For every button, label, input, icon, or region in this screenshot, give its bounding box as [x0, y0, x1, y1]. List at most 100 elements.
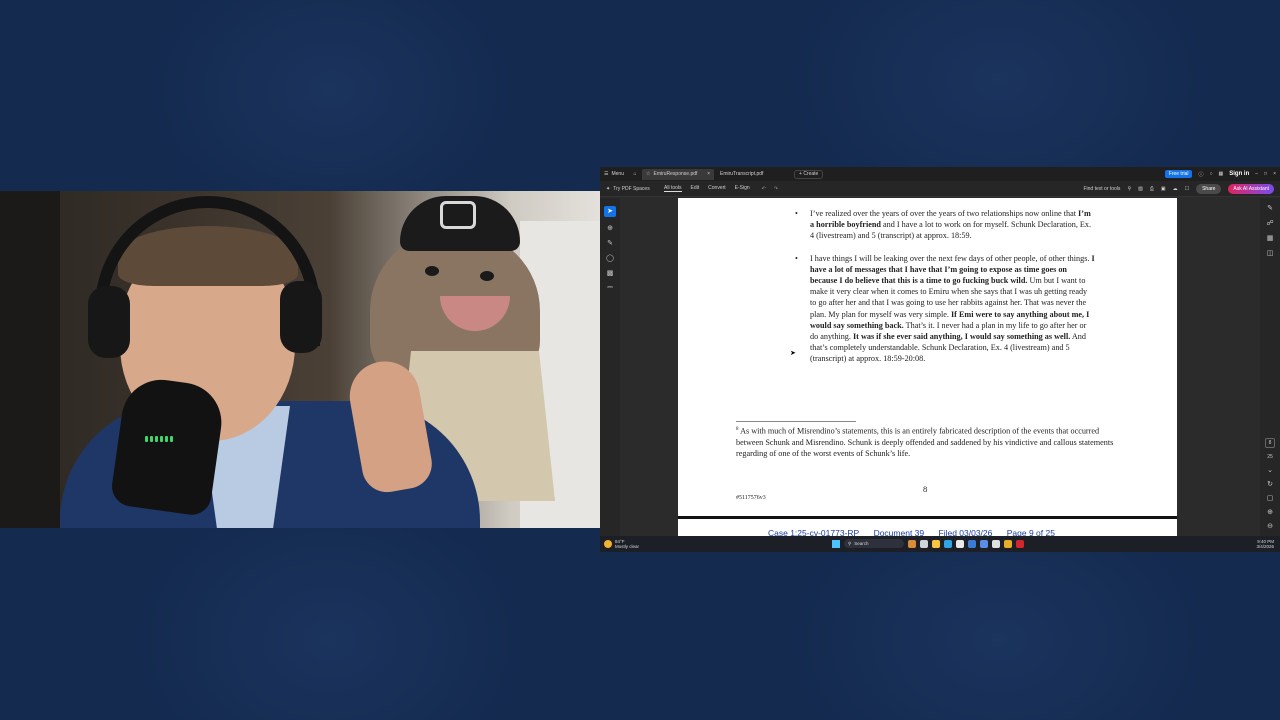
cloud-icon[interactable]: ☁: [1173, 186, 1178, 192]
create-button[interactable]: + Create: [794, 169, 824, 179]
select-icon[interactable]: ▧: [1138, 186, 1143, 192]
file-explorer-icon[interactable]: [932, 539, 940, 548]
tab-label: EmiruResponse.pdf: [653, 171, 698, 177]
headphone-cup-right: [280, 281, 322, 353]
save-icon[interactable]: ▣: [1161, 186, 1166, 192]
microphone: [109, 374, 227, 518]
bookmark-icon[interactable]: ☐: [1185, 186, 1189, 192]
find-text-input[interactable]: Find text or tools: [1083, 186, 1120, 192]
search-label: Search: [854, 541, 869, 546]
text-box-icon[interactable]: ▩: [607, 269, 614, 277]
search-icon: ⚲: [848, 540, 852, 546]
document-id: #5117576v3: [736, 495, 766, 501]
help-icon[interactable]: ⓘ: [1198, 171, 1203, 178]
right-tool-rail: ✎ ☍ ▦ ◫ 8 25 ⌄ ↻ ▢ ⊕ ⊖: [1260, 198, 1280, 536]
weather-icon: [604, 540, 612, 548]
tab-convert[interactable]: Convert: [708, 185, 726, 192]
free-trial-button[interactable]: Free trial: [1164, 170, 1193, 178]
pen-icon[interactable]: ✎: [607, 239, 613, 247]
mail-icon[interactable]: [980, 539, 988, 548]
store-icon[interactable]: [956, 539, 964, 548]
weather-widget[interactable]: 84°F Mostly clear: [604, 539, 664, 549]
main-toolbar: ✦ Try PDF Spaces All tools Edit Convert …: [600, 181, 1280, 197]
comment-icon[interactable]: ✎: [1267, 204, 1273, 212]
puppet-eye-right: [480, 271, 494, 281]
spaces-icon: ✦: [606, 185, 611, 192]
headphone-cup-left: [88, 286, 130, 358]
bold-text: It was if she ever said anything, I woul…: [852, 332, 1071, 342]
tab-e-sign[interactable]: E-Sign: [735, 185, 750, 192]
tab-emiru-transcript[interactable]: EmiruTranscript.pdf: [716, 169, 786, 180]
mic-level-leds: [145, 429, 175, 442]
pdf-page: I’ve realized over the years of over the…: [678, 198, 1177, 516]
filed-date: Filed 03/03/26: [938, 528, 993, 536]
home-icon[interactable]: ⌂: [628, 171, 642, 177]
weather-desc: Mostly clear: [615, 544, 640, 549]
edge-icon[interactable]: [944, 539, 952, 548]
task-view-icon[interactable]: [920, 539, 928, 548]
tab-emiru-response[interactable]: ☆ EmiruResponse.pdf ×: [642, 168, 714, 180]
redo-icon[interactable]: ↷: [774, 186, 778, 192]
clock-date: 3/4/2026: [1256, 544, 1274, 549]
menu-label: Menu: [611, 171, 624, 177]
text: I have things I will be leaking over the…: [810, 253, 1092, 263]
attachment-icon[interactable]: ☍: [1266, 219, 1273, 227]
thumbnails-icon[interactable]: ▦: [1267, 234, 1274, 242]
bullet-item: I have things I will be leaking over the…: [795, 253, 1095, 365]
zoom-out-icon[interactable]: ⊖: [1267, 522, 1273, 530]
chrome-icon[interactable]: [1004, 539, 1012, 548]
select-cursor-icon[interactable]: ➤: [604, 206, 616, 217]
spaces-label: Try PDF Spaces: [613, 185, 650, 192]
acrobat-icon[interactable]: [1016, 539, 1024, 548]
ai-assistant-button[interactable]: Ask AI Assistant: [1228, 183, 1274, 194]
notifications-icon[interactable]: ○: [1210, 171, 1213, 177]
current-page-field[interactable]: 8: [1265, 438, 1275, 448]
print-icon[interactable]: ⎙: [1150, 186, 1154, 192]
system-clock[interactable]: 9:40 PM 3/4/2026: [1256, 539, 1274, 549]
case-number: Case 1:25-cv-01773-RP: [768, 528, 860, 536]
share-button[interactable]: Share: [1196, 183, 1222, 194]
footnote-divider: [736, 421, 856, 422]
tab-all-tools[interactable]: All tools: [664, 185, 682, 192]
footnote: 8 As with much of Misrendino’s statement…: [736, 424, 1126, 459]
refresh-icon[interactable]: ↻: [1267, 480, 1273, 488]
star-icon[interactable]: ☆: [646, 171, 650, 177]
layers-icon[interactable]: ◫: [1267, 249, 1274, 257]
search-icon[interactable]: ⚲: [1127, 186, 1131, 192]
document-viewport[interactable]: I’ve realized over the years of over the…: [620, 198, 1260, 536]
close-window-icon[interactable]: ×: [1273, 171, 1276, 177]
menu-button[interactable]: ☰ Menu: [604, 171, 628, 177]
page-body: I’ve realized over the years of over the…: [795, 208, 1095, 376]
tab-label: EmiruTranscript.pdf: [720, 171, 764, 177]
text: I’ve realized over the years of over the…: [810, 209, 1079, 218]
left-tool-rail: ➤ ⊕ ✎ ◯ ▩ ⎓: [600, 198, 620, 536]
puppet-eye-left: [425, 266, 439, 276]
total-pages: 25: [1267, 454, 1273, 460]
widgets-icon[interactable]: [908, 539, 916, 548]
taskbar-search[interactable]: ⚲ Search: [844, 539, 904, 548]
next-page-header: Case 1:25-cv-01773-RP Document 39 Filed …: [678, 519, 1177, 536]
sign-in-button[interactable]: Sign in: [1229, 171, 1249, 177]
undo-icon[interactable]: ↶: [762, 186, 766, 192]
stamp-icon[interactable]: ⎓: [607, 284, 613, 292]
windows-start-icon[interactable]: [832, 539, 840, 548]
teams-icon[interactable]: [992, 539, 1000, 548]
pdf-spaces-button[interactable]: ✦ Try PDF Spaces: [606, 186, 656, 192]
fit-page-icon[interactable]: ▢: [1267, 494, 1274, 502]
zoom-icon[interactable]: ⊕: [607, 224, 613, 232]
zoom-in-icon[interactable]: ⊕: [1267, 508, 1273, 516]
bookshelf: [0, 191, 60, 528]
create-label: Create: [803, 171, 819, 177]
tab-edit[interactable]: Edit: [691, 185, 700, 192]
minimize-icon[interactable]: –: [1255, 171, 1258, 177]
cap-logo: [440, 201, 476, 229]
apps-icon[interactable]: ▦: [1219, 171, 1224, 177]
hamburger-icon: ☰: [604, 171, 609, 177]
close-tab-icon[interactable]: ×: [707, 171, 710, 177]
maximize-icon[interactable]: □: [1264, 171, 1267, 177]
outlook-icon[interactable]: [968, 539, 976, 548]
webcam-feed: [0, 191, 600, 528]
document-number: Document 39: [873, 528, 925, 536]
lasso-icon[interactable]: ◯: [606, 254, 614, 262]
chevron-down-icon[interactable]: ⌄: [1267, 466, 1273, 474]
